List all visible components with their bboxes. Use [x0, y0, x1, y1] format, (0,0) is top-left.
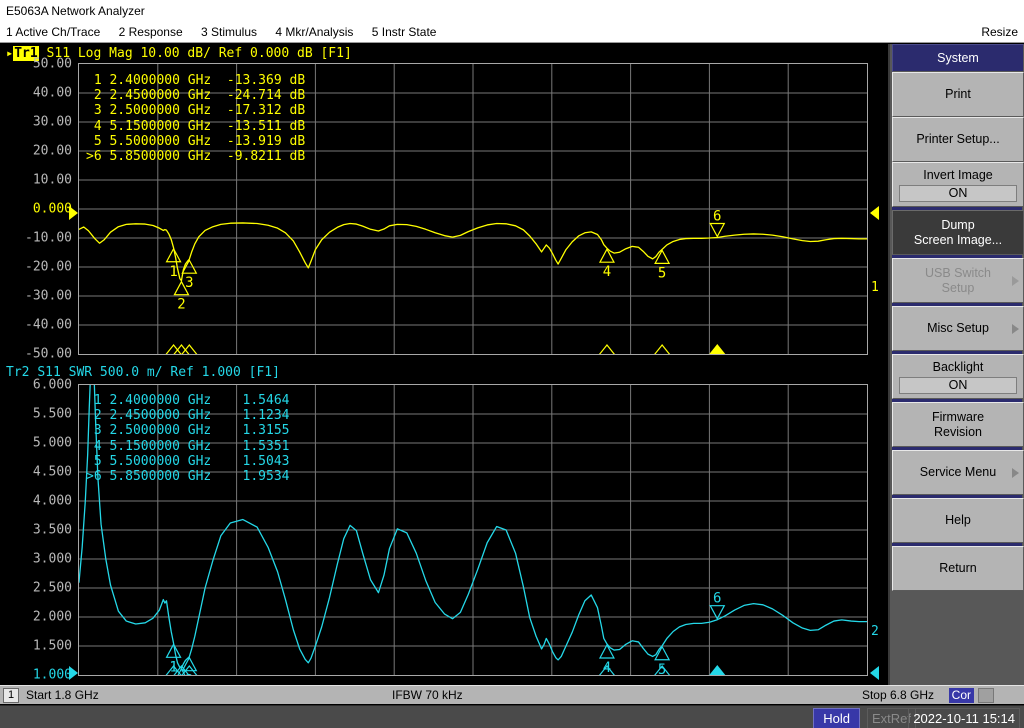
svg-text:1: 1 [169, 264, 177, 280]
ifbw-label[interactable]: IFBW 70 kHz [392, 686, 463, 704]
trace2-ref-arrow-left-icon [69, 666, 78, 680]
svg-text:6: 6 [713, 208, 721, 224]
svg-text:5: 5 [658, 265, 666, 281]
menu-item-mkr-analysis[interactable]: 4 Mkr/Analysis [269, 22, 362, 42]
softkey-label: Setup [941, 280, 975, 295]
softkey-label: Print [945, 87, 971, 101]
softkey-label: Revision [934, 424, 982, 439]
chevron-right-icon [1012, 275, 1019, 286]
softkey-value[interactable]: ON [899, 184, 1017, 202]
correction-badge: Cor [948, 688, 974, 703]
y-tick-label: 6.000 [32, 377, 72, 393]
chevron-right-icon [1012, 323, 1019, 334]
y-tick-label: 5.500 [32, 406, 72, 422]
softkey-print[interactable]: Print [892, 72, 1024, 117]
softkey-label: USB Switch [925, 265, 991, 280]
softkey-title-label: System [937, 50, 979, 65]
network-analyzer-window: E5063A Network Analyzer 1 Active Ch/Trac… [0, 0, 1024, 728]
channel-badge: 1 [3, 688, 19, 703]
trace2-ref-arrow-right-icon [870, 666, 879, 680]
y-tick-label: 2.500 [32, 580, 72, 596]
resize-button[interactable]: Resize [981, 22, 1018, 42]
softkey-invert-image[interactable]: Invert Image ON [892, 162, 1024, 207]
softkey-label: Invert Image [923, 167, 993, 182]
y-tick-label: 1.000 [32, 667, 72, 683]
trace1-ref-arrow-left-icon [69, 206, 78, 220]
y-tick-label: 4.500 [32, 464, 72, 480]
y-tick-label: 4.000 [32, 493, 72, 509]
softkey-menu-title: System [892, 44, 1024, 72]
softkey-label: Backlight [932, 359, 984, 374]
trace1-end-label: 1 [871, 280, 879, 295]
trace2-y-axis: 6.000 5.500 5.000 4.500 4.000 3.500 3.000 2.500… [0, 44, 76, 685]
status-bar: 1 Start 1.8 GHz IFBW 70 kHz Stop 6.8 GHz… [0, 685, 1024, 704]
svg-text:6: 6 [713, 591, 721, 607]
softkey-service-menu[interactable]: Service Menu [892, 450, 1024, 495]
softkey-label: Firmware [931, 409, 985, 424]
softkey-dump-screen-image[interactable]: Dump Screen Image... [892, 210, 1024, 255]
softkey-panel: System Print Printer Setup... Invert Image O… [888, 44, 1024, 685]
svg-text:5: 5 [658, 662, 666, 675]
y-tick-label: 3.000 [32, 551, 72, 567]
start-frequency-label[interactable]: Start 1.8 GHz [26, 686, 99, 704]
softkey-label: Service Menu [919, 465, 997, 479]
menu-item-response[interactable]: 2 Response [113, 22, 192, 42]
stop-frequency-label[interactable]: Stop 6.8 GHz [862, 686, 934, 704]
softkey-usb-switch-setup: USB Switch Setup [892, 258, 1024, 303]
softkey-firmware-revision[interactable]: Firmware Revision [892, 402, 1024, 447]
menubar: 1 Active Ch/Trace 2 Response 3 Stimulus … [0, 22, 1024, 43]
y-tick-label: 3.500 [32, 522, 72, 538]
softkey-value[interactable]: ON [899, 376, 1017, 394]
softkey-label: Return [939, 561, 977, 575]
svg-text:4: 4 [603, 660, 611, 675]
svg-text:2: 2 [177, 297, 185, 313]
svg-text:4: 4 [603, 264, 611, 280]
chevron-right-icon [1012, 467, 1019, 478]
status-bar-secondary: Hold ExtRef 2022-10-11 15:14 [0, 705, 1024, 728]
trace2-end-label: 2 [871, 624, 879, 639]
softkey-misc-setup[interactable]: Misc Setup [892, 306, 1024, 351]
menu-item-stimulus[interactable]: 3 Stimulus [195, 22, 266, 42]
y-tick-label: 5.000 [32, 435, 72, 451]
softkey-label: Dump [941, 217, 975, 232]
menu-item-active-ch-trace[interactable]: 1 Active Ch/Trace [0, 22, 109, 42]
trace1-ref-arrow-right-icon [870, 206, 879, 220]
y-tick-label: 1.500 [32, 638, 72, 654]
hold-status-badge[interactable]: Hold [813, 708, 860, 728]
menu-item-instr-state[interactable]: 5 Instr State [366, 22, 446, 42]
softkey-help[interactable]: Help [892, 498, 1024, 543]
softkey-printer-setup[interactable]: Printer Setup... [892, 117, 1024, 162]
softkey-label: Help [945, 513, 971, 527]
trace1-header-text: S11 Log Mag 10.00 dB/ Ref 0.000 dB [F1] [46, 46, 352, 61]
window-titlebar: E5063A Network Analyzer [0, 0, 1024, 22]
window-title: E5063A Network Analyzer [6, 4, 145, 18]
softkey-label: Printer Setup... [916, 132, 1000, 146]
svg-text:3: 3 [185, 275, 193, 291]
softkey-return[interactable]: Return [892, 546, 1024, 591]
trace1-marker-table: 1 2.4000000 GHz -13.369 dB 2 2.4500000 G… [86, 73, 306, 165]
softkey-backlight[interactable]: Backlight ON [892, 354, 1024, 399]
instrument-display: ▸Tr1 S11 Log Mag 10.00 dB/ Ref 0.000 dB … [0, 44, 888, 685]
datetime-label: 2022-10-11 15:14 [908, 708, 1020, 728]
status-blank-box [978, 688, 994, 703]
y-tick-label: 2.000 [32, 609, 72, 625]
trace2-marker-table: 1 2.4000000 GHz 1.5464 2 2.4500000 GHz 1… [86, 393, 290, 485]
softkey-label: Screen Image... [913, 232, 1003, 247]
softkey-label: Misc Setup [927, 321, 989, 335]
